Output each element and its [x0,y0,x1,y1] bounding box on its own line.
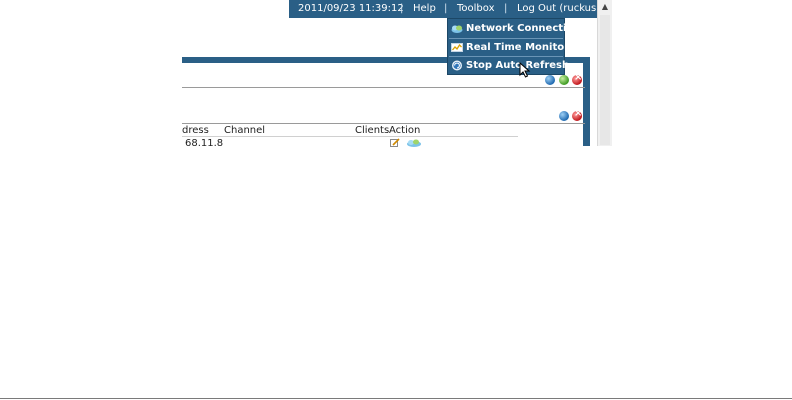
toolbox-dropdown-menu: Network Connectivity Real Time Monitorin… [447,18,588,75]
top-header-bar: 2011/09/23 11:39:12 | Help | Toolbox | L… [289,0,600,18]
chart-monitor-icon [451,43,463,52]
section-divider [182,87,585,88]
menu-item-stop-auto-refresh[interactable]: Stop Auto Refresh [449,57,569,74]
toolbox-menu-link[interactable]: Toolbox [457,0,495,18]
table-header-underline [182,136,518,137]
header-datetime: 2011/09/23 11:39:12 [298,3,404,14]
logout-link[interactable]: Log Out (ruckus) [517,0,600,18]
menu-item-label: Network Connectivity [466,23,588,34]
column-header-address: dress [182,125,209,136]
refresh-icon[interactable] [559,111,569,121]
close-icon[interactable] [572,108,582,121]
scrollbar-track[interactable] [600,15,610,145]
edit-icon[interactable] [390,138,400,147]
menu-item-network-connectivity[interactable]: Network Connectivity [449,20,588,37]
network-cloud-icon [451,25,463,33]
menu-item-real-time-monitoring[interactable]: Real Time Monitoring [449,39,587,56]
refresh-icon[interactable] [545,75,555,85]
header-separator: | [444,3,448,14]
column-header-clients: Clients [355,125,390,136]
close-icon[interactable] [572,72,582,85]
column-header-action: Action [389,125,421,136]
menu-item-label: Stop Auto Refresh [466,60,570,71]
vertical-scrollbar[interactable]: ▲ [597,0,612,146]
stop-refresh-icon [452,60,462,71]
window-bottom-border [0,398,792,399]
row-address-cell: 68.11.8 [185,138,224,149]
header-separator: | [400,3,404,14]
menu-item-label: Real Time Monitoring [466,42,587,53]
expand-icon[interactable] [559,75,569,85]
mouse-cursor-icon [519,62,531,78]
section-divider [182,123,585,124]
network-cloud-icon[interactable] [406,139,422,147]
header-separator: | [504,3,508,14]
scroll-up-icon[interactable]: ▲ [600,2,610,12]
column-header-channel: Channel [224,125,266,136]
help-link[interactable]: Help [413,0,436,18]
